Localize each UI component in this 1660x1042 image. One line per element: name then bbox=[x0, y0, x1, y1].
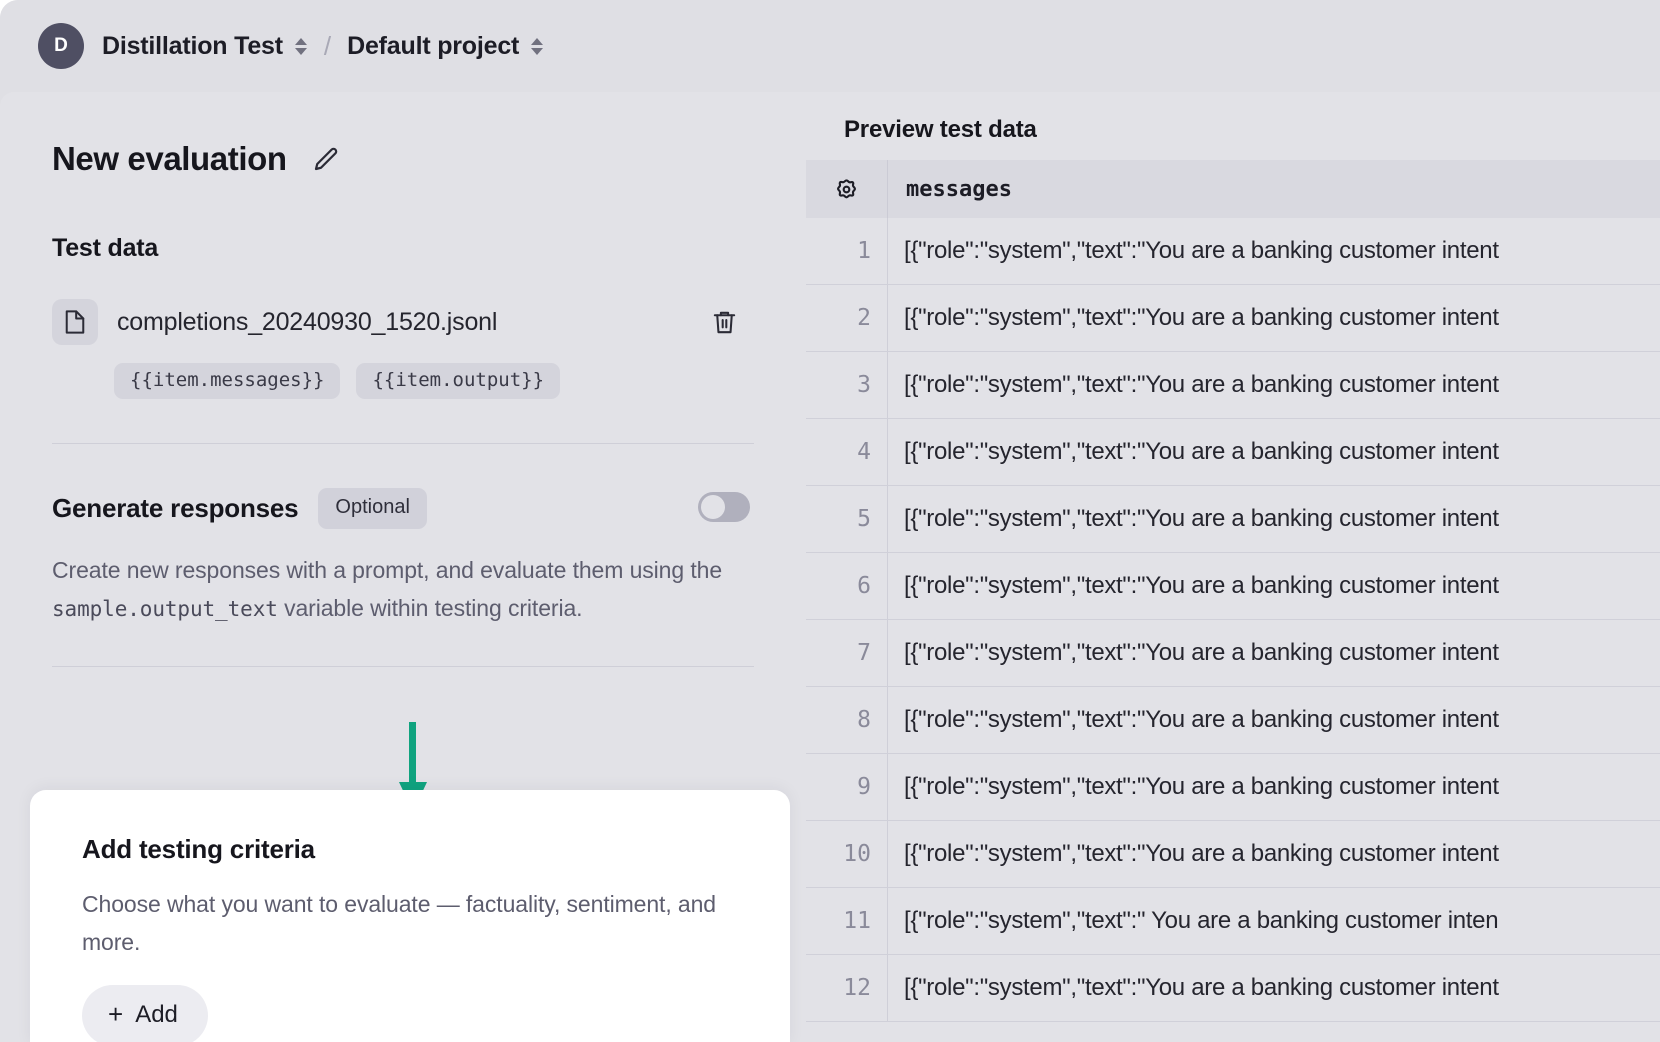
row-number: 3 bbox=[806, 352, 888, 418]
table-row[interactable]: 6[{"role":"system","text":"You are a ban… bbox=[806, 553, 1660, 620]
trash-icon[interactable] bbox=[704, 301, 744, 343]
page-title: New evaluation bbox=[52, 140, 287, 178]
generate-responses-toggle[interactable] bbox=[698, 492, 750, 522]
test-data-file-name: completions_20240930_1520.jsonl bbox=[117, 308, 497, 337]
generate-responses-row: Generate responses Optional bbox=[52, 488, 754, 529]
add-criteria-button-label: Add bbox=[135, 1001, 178, 1029]
row-number: 10 bbox=[806, 821, 888, 887]
file-icon bbox=[52, 299, 98, 345]
description-text-part1: Create new responses with a prompt, and … bbox=[52, 557, 722, 583]
evaluation-title-row: New evaluation bbox=[52, 128, 754, 190]
row-number: 12 bbox=[806, 955, 888, 1021]
add-testing-criteria-card: Add testing criteria Choose what you wan… bbox=[30, 790, 790, 1042]
preview-title: Preview test data bbox=[806, 92, 1660, 144]
status-badge: Optional bbox=[318, 488, 427, 529]
cell-messages: [{"role":"system","text":"You are a bank… bbox=[888, 553, 1660, 619]
evaluation-form-panel: New evaluation Test data completions bbox=[0, 92, 806, 1042]
row-number: 1 bbox=[806, 218, 888, 284]
table-row[interactable]: 2[{"role":"system","text":"You are a ban… bbox=[806, 285, 1660, 352]
preview-table: messages 1[{"role":"system","text":"You … bbox=[806, 160, 1660, 1022]
avatar: D bbox=[38, 23, 84, 69]
cell-messages: [{"role":"system","text":"You are a bank… bbox=[888, 285, 1660, 351]
row-number: 2 bbox=[806, 285, 888, 351]
cell-messages: [{"role":"system","text":"You are a bank… bbox=[888, 620, 1660, 686]
chevron-updown-icon[interactable] bbox=[294, 38, 308, 55]
test-data-file-row: completions_20240930_1520.jsonl bbox=[52, 299, 754, 345]
column-header-messages[interactable]: messages bbox=[888, 160, 1660, 218]
breadcrumb-bar: D Distillation Test / Default project bbox=[0, 0, 1660, 92]
divider bbox=[52, 666, 754, 667]
table-row[interactable]: 5[{"role":"system","text":"You are a ban… bbox=[806, 486, 1660, 553]
cell-messages: [{"role":"system","text":"You are a bank… bbox=[888, 486, 1660, 552]
table-row[interactable]: 7[{"role":"system","text":"You are a ban… bbox=[806, 620, 1660, 687]
row-number: 4 bbox=[806, 419, 888, 485]
variable-chip[interactable]: {{item.output}} bbox=[356, 363, 560, 399]
app-root: D Distillation Test / Default project Ne… bbox=[0, 0, 1660, 1042]
divider bbox=[52, 443, 754, 444]
panels-container: New evaluation Test data completions bbox=[0, 92, 1660, 1042]
table-row[interactable]: 1[{"role":"system","text":"You are a ban… bbox=[806, 218, 1660, 285]
cell-messages: [{"role":"system","text":" You are a ban… bbox=[888, 888, 1660, 954]
row-number: 11 bbox=[806, 888, 888, 954]
cell-messages: [{"role":"system","text":"You are a bank… bbox=[888, 352, 1660, 418]
generate-responses-title: Generate responses bbox=[52, 493, 298, 524]
breadcrumb-project-label: Default project bbox=[347, 32, 519, 61]
table-row[interactable]: 12[{"role":"system","text":"You are a ba… bbox=[806, 955, 1660, 1022]
cell-messages: [{"role":"system","text":"You are a bank… bbox=[888, 821, 1660, 887]
breadcrumb-item-org[interactable]: Distillation Test bbox=[102, 32, 308, 61]
table-row[interactable]: 9[{"role":"system","text":"You are a ban… bbox=[806, 754, 1660, 821]
breadcrumb-org-label: Distillation Test bbox=[102, 32, 283, 61]
avatar-initial: D bbox=[54, 35, 68, 57]
test-data-variable-chips: {{item.messages}} {{item.output}} bbox=[114, 363, 754, 399]
table-row[interactable]: 10[{"role":"system","text":"You are a ba… bbox=[806, 821, 1660, 888]
gear-icon[interactable] bbox=[806, 160, 888, 218]
cell-messages: [{"role":"system","text":"You are a bank… bbox=[888, 955, 1660, 1021]
add-criteria-button[interactable]: + Add bbox=[82, 985, 208, 1042]
variable-chip[interactable]: {{item.messages}} bbox=[114, 363, 340, 399]
row-number: 8 bbox=[806, 687, 888, 753]
breadcrumb-item-project[interactable]: Default project bbox=[347, 32, 544, 61]
row-number: 5 bbox=[806, 486, 888, 552]
row-number: 9 bbox=[806, 754, 888, 820]
pencil-icon[interactable] bbox=[309, 142, 343, 176]
table-row[interactable]: 8[{"role":"system","text":"You are a ban… bbox=[806, 687, 1660, 754]
generate-responses-description: Create new responses with a prompt, and … bbox=[52, 551, 742, 628]
inline-code-variable: sample.output_text bbox=[52, 597, 278, 621]
plus-icon: + bbox=[108, 999, 123, 1030]
table-row[interactable]: 4[{"role":"system","text":"You are a ban… bbox=[806, 419, 1660, 486]
cell-messages: [{"role":"system","text":"You are a bank… bbox=[888, 218, 1660, 284]
cell-messages: [{"role":"system","text":"You are a bank… bbox=[888, 419, 1660, 485]
toggle-knob bbox=[701, 495, 725, 519]
card-description: Choose what you want to evaluate — factu… bbox=[82, 885, 738, 961]
table-row[interactable]: 11[{"role":"system","text":" You are a b… bbox=[806, 888, 1660, 955]
table-row[interactable]: 3[{"role":"system","text":"You are a ban… bbox=[806, 352, 1660, 419]
row-number: 6 bbox=[806, 553, 888, 619]
breadcrumb-separator: / bbox=[324, 31, 331, 62]
table-body: 1[{"role":"system","text":"You are a ban… bbox=[806, 218, 1660, 1022]
cell-messages: [{"role":"system","text":"You are a bank… bbox=[888, 754, 1660, 820]
cell-messages: [{"role":"system","text":"You are a bank… bbox=[888, 687, 1660, 753]
chevron-updown-icon[interactable] bbox=[530, 38, 544, 55]
test-data-heading: Test data bbox=[52, 234, 754, 263]
preview-test-data-panel: Preview test data messages 1[{"role":"sy… bbox=[806, 92, 1660, 1042]
row-number: 7 bbox=[806, 620, 888, 686]
description-text-part2: variable within testing criteria. bbox=[278, 595, 583, 621]
card-title: Add testing criteria bbox=[82, 834, 738, 865]
table-header-row: messages bbox=[806, 160, 1660, 218]
